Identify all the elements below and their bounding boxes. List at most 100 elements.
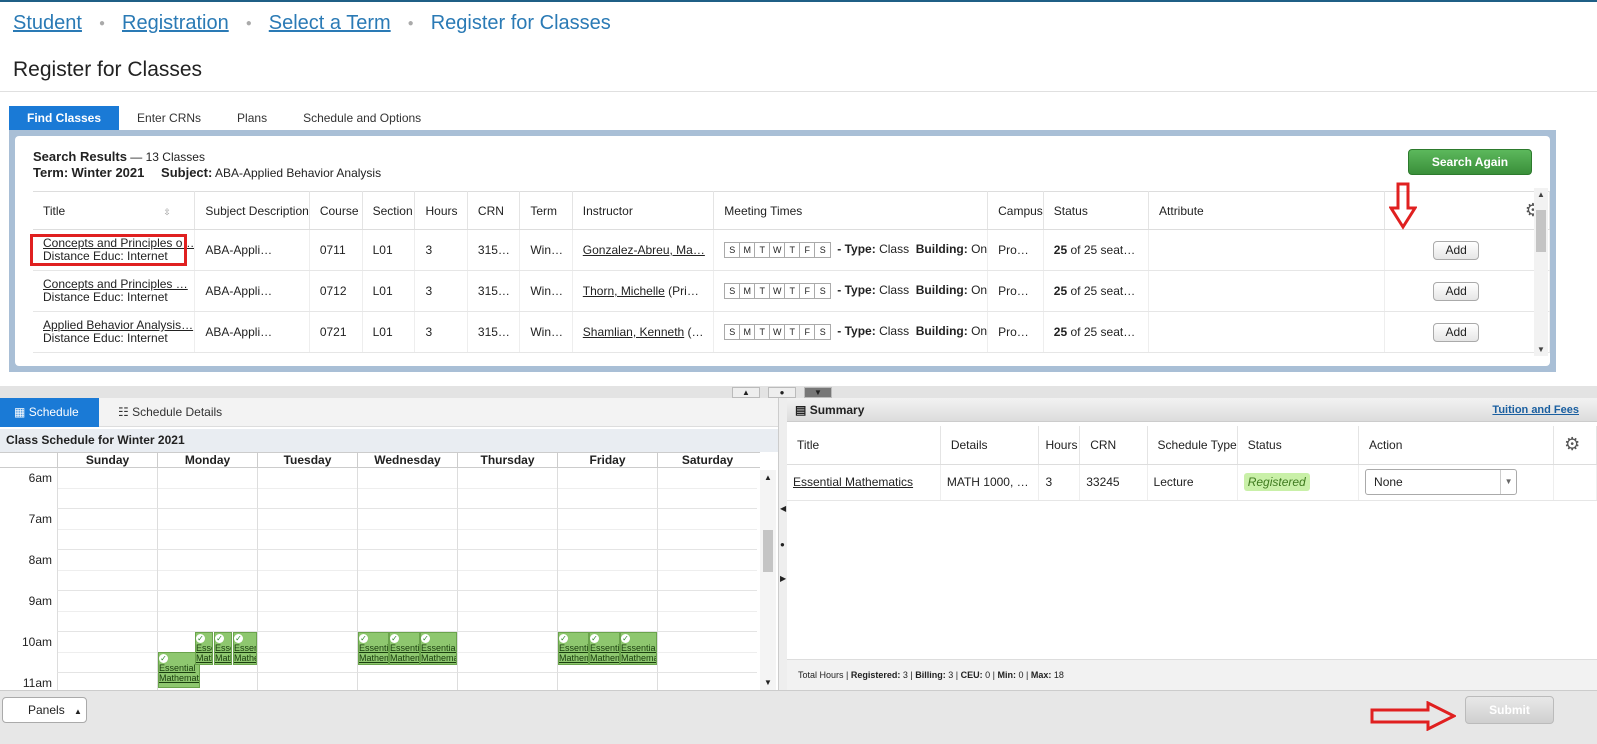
col-status[interactable]: Status [1043, 191, 1150, 230]
sum-col-schedule-type[interactable]: Schedule Type [1147, 426, 1238, 465]
hour-label: 7am [28, 512, 52, 526]
schedule-event[interactable]: ✓Essential Mathematics [389, 632, 420, 665]
collapse-right-icon[interactable]: ▶ [780, 574, 786, 583]
calendar-cell [457, 550, 557, 591]
collapse-left-icon[interactable]: ◀ [780, 504, 786, 513]
collapse-down-icon[interactable]: ▼ [804, 387, 832, 398]
seats-available: 25 [1053, 284, 1068, 298]
instructor-link[interactable]: Gonzalez-Abreu, Ma… [583, 243, 705, 257]
tab-schedule[interactable]: ▦ Schedule [0, 398, 99, 427]
instructor-link[interactable]: Thorn, Michelle [583, 284, 665, 298]
col-meeting-times[interactable]: Meeting Times [713, 191, 989, 230]
schedule-event[interactable]: ✓Essential Mathematics [195, 632, 213, 665]
add-button[interactable]: Add [1433, 281, 1480, 301]
tab-schedule-options[interactable]: Schedule and Options [285, 106, 439, 130]
event-title: Essential Mathematics [421, 643, 457, 663]
scrollbar-thumb[interactable] [1536, 210, 1546, 252]
tab-find-classes[interactable]: Find Classes [9, 106, 120, 130]
calendar-cell [557, 468, 657, 509]
crn-cell: 315… [467, 270, 521, 312]
schedule-event[interactable]: ✓Essential Mathematics [420, 632, 457, 665]
building-label: Building: [915, 242, 968, 257]
calendar-cell [457, 468, 557, 509]
term-label: Term: [33, 165, 69, 180]
schedule-event[interactable]: ✓Essential Mathematics [233, 632, 257, 665]
day-box: S [815, 243, 831, 257]
tuition-fees-link[interactable]: Tuition and Fees [1492, 398, 1579, 422]
tab-schedule-details[interactable]: ☷ Schedule Details [104, 398, 236, 427]
splitter-handle-icon[interactable]: ● [768, 387, 796, 398]
col-section[interactable]: Section [362, 191, 416, 230]
event-title: Essential Mathematics [390, 643, 420, 663]
vertical-splitter[interactable]: ◀ ● ▶ [778, 398, 787, 690]
scroll-down-icon[interactable]: ▼ [764, 678, 772, 687]
col-instructor[interactable]: Instructor [572, 191, 715, 230]
status-badge: Registered [1243, 473, 1310, 491]
type-value: Class [879, 324, 910, 339]
calendar-cell [557, 591, 657, 632]
schedule-event[interactable]: ✓Essential Mathematics [214, 632, 232, 665]
breadcrumb-student[interactable]: Student [13, 12, 82, 35]
action-select[interactable]: None ▼ [1365, 469, 1518, 495]
collapse-up-icon[interactable]: ▲ [732, 387, 760, 398]
scrollbar-thumb[interactable] [763, 530, 773, 572]
schedule-event[interactable]: ✓Essential Mathematics [558, 632, 589, 665]
splitter-handle-icon[interactable]: ● [780, 540, 785, 549]
col-course[interactable]: Course [309, 191, 363, 230]
tab-plans[interactable]: Plans [219, 106, 285, 130]
schedule-event[interactable]: ✓Essential Mathematics [620, 632, 657, 665]
gear-icon[interactable]: ⚙ [1564, 434, 1580, 454]
sum-col-details[interactable]: Details [940, 426, 1040, 465]
building-label: Building: [915, 324, 968, 339]
col-hours[interactable]: Hours [414, 191, 468, 230]
sum-col-action[interactable]: Action [1358, 426, 1555, 465]
instructor-link[interactable]: Shamlian, Kenneth [583, 325, 684, 339]
summary-course-link[interactable]: Essential Mathematics [793, 475, 913, 489]
breadcrumb-registration[interactable]: Registration [122, 12, 229, 35]
calendar-cell [257, 673, 357, 690]
breadcrumb-select-term[interactable]: Select a Term [269, 12, 391, 35]
sum-col-crn[interactable]: CRN [1079, 426, 1148, 465]
calendar-cell [557, 673, 657, 690]
schedule-event[interactable]: ✓Essential Mathematics [158, 652, 200, 688]
annotation-down-arrow-icon [1389, 182, 1417, 230]
submit-button[interactable]: Submit [1465, 696, 1554, 724]
sum-col-title[interactable]: Title [787, 426, 941, 465]
chevron-down-icon[interactable]: ▼ [1500, 470, 1516, 494]
scroll-up-icon[interactable]: ▲ [1537, 190, 1545, 199]
col-campus[interactable]: Campus [987, 191, 1044, 230]
calendar-cell [57, 632, 157, 673]
col-subject-description[interactable]: Subject Description [194, 191, 310, 230]
panel-splitter[interactable]: ▲ ● ▼ [0, 386, 1597, 398]
schedule-event[interactable]: ✓Essential Mathematics [358, 632, 389, 665]
meeting-days: SMTWTFS [724, 242, 832, 258]
col-title[interactable]: Title ⇳ [33, 191, 196, 230]
results-scrollbar[interactable]: ▲ ▼ [1534, 188, 1548, 356]
day-box: S [725, 284, 741, 298]
search-again-button[interactable]: Search Again [1408, 149, 1532, 175]
col-term[interactable]: Term [519, 191, 573, 230]
panels-button[interactable]: Panels ▲ [2, 697, 87, 723]
add-button[interactable]: Add [1433, 322, 1480, 342]
course-title-link[interactable]: Concepts and Principles … [43, 277, 188, 291]
course-cell: 0712 [309, 270, 363, 312]
hour-label: 8am [28, 553, 52, 567]
sum-col-hours[interactable]: Hours [1038, 426, 1081, 465]
summary-settings[interactable]: ⚙ [1553, 426, 1597, 465]
col-crn[interactable]: CRN [467, 191, 521, 230]
tab-enter-crns[interactable]: Enter CRNs [119, 106, 219, 130]
scroll-down-icon[interactable]: ▼ [1537, 345, 1545, 354]
section-cell: L01 [362, 311, 416, 353]
sum-col-status[interactable]: Status [1237, 426, 1360, 465]
scroll-up-icon[interactable]: ▲ [764, 473, 772, 482]
calendar-cell [57, 591, 157, 632]
schedule-event[interactable]: ✓Essential Mathematics [589, 632, 620, 665]
hour-label: 6am [28, 471, 52, 485]
add-button[interactable]: Add [1433, 240, 1480, 260]
calendar-cell [457, 673, 557, 690]
col-attribute[interactable]: Attribute [1148, 191, 1386, 230]
calendar-scrollbar[interactable]: ▲ ▼ [760, 470, 776, 690]
calendar-cell [557, 550, 657, 591]
course-title-link[interactable]: Applied Behavior Analysis… [43, 318, 193, 332]
list-icon: ☷ [118, 405, 129, 419]
